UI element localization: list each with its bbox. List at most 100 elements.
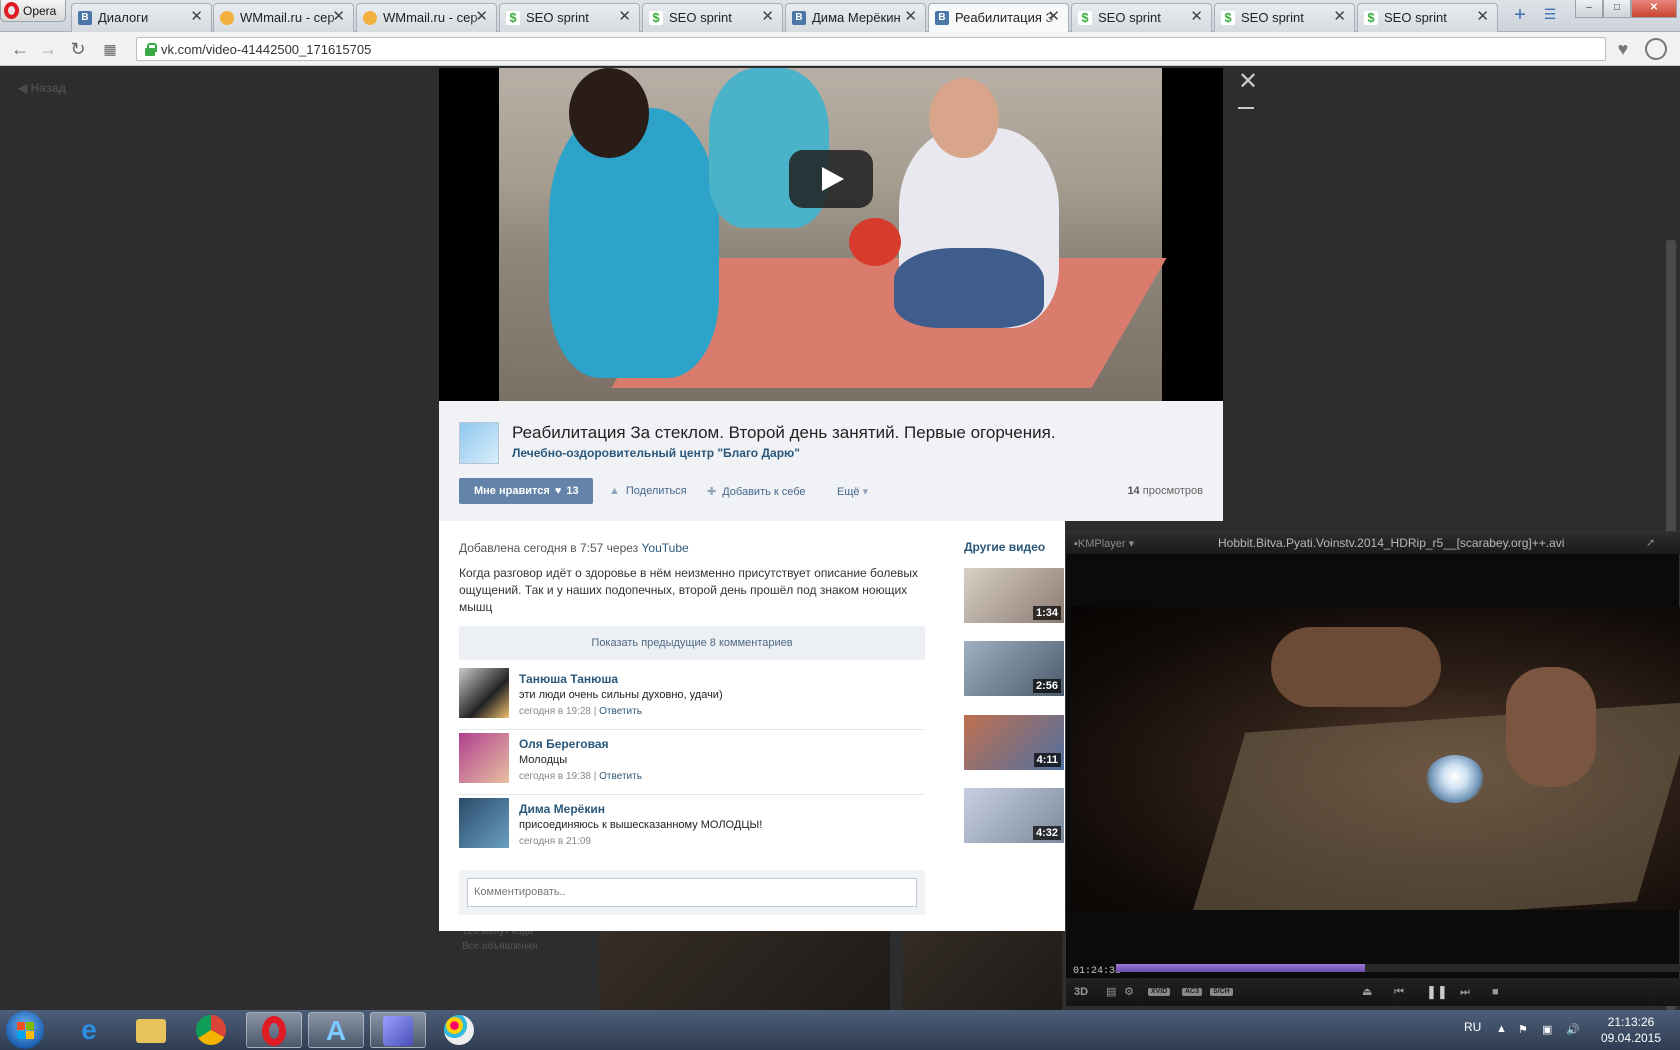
- channel-link[interactable]: Лечебно-оздоровительный центр "Благо Дар…: [512, 446, 800, 460]
- new-tab-button[interactable]: +: [1510, 5, 1530, 26]
- taskbar-ie[interactable]: e: [62, 1012, 118, 1048]
- settings-gear-icon[interactable]: ⚙: [1124, 985, 1134, 999]
- comment-input[interactable]: Комментировать..: [467, 878, 917, 907]
- tab-close-icon[interactable]: ✕: [1190, 9, 1203, 24]
- like-button[interactable]: Мне нравится ♥ 13: [459, 478, 593, 504]
- browser-tab[interactable]: В Реабилитация З ✕: [928, 3, 1069, 33]
- taskbar-explorer[interactable]: [124, 1012, 180, 1048]
- add-to-my-videos-button[interactable]: ✚ Добавить к себе: [707, 485, 806, 498]
- kmplayer-menu[interactable]: ▪KMPlayer ▾: [1074, 537, 1134, 550]
- opera-menu-label: Opera: [23, 4, 57, 18]
- kmplayer-filename: Hobbit.Bitva.Pyati.Voinstv.2014_HDRip_r5…: [1218, 536, 1565, 550]
- tab-close-icon[interactable]: ✕: [618, 9, 631, 24]
- tab-close-icon[interactable]: ✕: [1047, 9, 1060, 24]
- previous-icon[interactable]: ⏮: [1394, 985, 1404, 999]
- like-count: 13: [566, 485, 579, 497]
- browser-tab[interactable]: В Диалоги ✕: [71, 3, 212, 32]
- comment-avatar[interactable]: [459, 798, 509, 848]
- back-arrow-icon[interactable]: ←: [10, 39, 30, 59]
- comment-item: Оля Береговая Молодцы сегодня в 19:38 | От…: [459, 733, 925, 795]
- window-close-icon[interactable]: ✕: [1631, 0, 1677, 18]
- tab-close-icon[interactable]: ✕: [1476, 9, 1489, 24]
- vk-icon: В: [78, 11, 92, 25]
- pin-icon[interactable]: ➚: [1646, 536, 1660, 550]
- video-scene-jeans: [894, 248, 1044, 328]
- taskbar-clock[interactable]: 21:13:26 09.04.2015: [1596, 1014, 1666, 1046]
- browser-tab[interactable]: WMmail.ru - сер ✕: [213, 3, 354, 32]
- tab-close-icon[interactable]: ✕: [1333, 9, 1346, 24]
- profile-icon[interactable]: [1645, 38, 1667, 60]
- taskbar-app[interactable]: A: [308, 1012, 364, 1048]
- 3d-toggle[interactable]: 3D: [1074, 985, 1088, 999]
- heart-bookmark-icon[interactable]: ♥: [1612, 39, 1634, 59]
- other-video-thumbnail[interactable]: 4:32: [964, 788, 1064, 843]
- volume-icon[interactable]: 🔊: [1566, 1023, 1580, 1036]
- reply-link[interactable]: Ответить: [599, 706, 642, 717]
- tab-close-icon[interactable]: ✕: [190, 9, 203, 24]
- forward-arrow-icon[interactable]: →: [38, 39, 58, 59]
- browser-tab[interactable]: $ SEO sprint ✕: [499, 3, 640, 32]
- browser-tab[interactable]: $ SEO sprint ✕: [1071, 3, 1212, 32]
- tab-close-icon[interactable]: ✕: [332, 9, 345, 24]
- kmplayer-titlebar[interactable]: ▪KMPlayer ▾ Hobbit.Bitva.Pyati.Voinstv.2…: [1066, 532, 1680, 554]
- tab-close-icon[interactable]: ✕: [904, 9, 917, 24]
- tab-close-icon[interactable]: ✕: [475, 9, 488, 24]
- other-video-thumbnail[interactable]: 2:56: [964, 641, 1064, 696]
- pause-icon[interactable]: ❚❚: [1426, 985, 1448, 999]
- tab-close-icon[interactable]: ✕: [761, 9, 774, 24]
- action-center-flag-icon[interactable]: ⚑: [1518, 1023, 1528, 1036]
- maximize-icon[interactable]: □: [1603, 0, 1631, 18]
- language-indicator[interactable]: RU: [1464, 1020, 1481, 1034]
- other-video-thumbnail[interactable]: 1:34: [964, 568, 1064, 623]
- comment-author[interactable]: Оля Береговая: [519, 737, 609, 751]
- back-link[interactable]: ◀ Назад: [18, 81, 66, 95]
- more-button[interactable]: Ещё ▾: [837, 485, 868, 498]
- source-link[interactable]: YouTube: [642, 541, 689, 555]
- added-text: Добавлена сегодня в 7:57 через: [459, 541, 639, 555]
- minimize-icon[interactable]: –: [1575, 0, 1603, 18]
- comment-author[interactable]: Танюша Танюша: [519, 672, 618, 686]
- taskbar-paint[interactable]: [432, 1012, 488, 1048]
- comment-avatar[interactable]: [459, 733, 509, 783]
- eject-icon[interactable]: ⏏: [1362, 985, 1372, 999]
- taskbar-opera[interactable]: [246, 1012, 302, 1048]
- show-previous-comments-button[interactable]: Показать предыдущие 8 комментариев: [459, 626, 925, 660]
- layer-minimize-icon[interactable]: [1238, 107, 1254, 109]
- browser-tab[interactable]: WMmail.ru - сер ✕: [356, 3, 497, 32]
- comment-author[interactable]: Дима Мерёкин: [519, 802, 605, 816]
- other-videos-title[interactable]: Другие видео: [964, 540, 1045, 554]
- browser-tab[interactable]: $ SEO sprint ✕: [1214, 3, 1355, 32]
- address-toolbar: ← → ↻ ▦ vk.com/video-41442500_171615705 …: [0, 32, 1680, 66]
- comment-avatar[interactable]: [459, 668, 509, 718]
- windows-logo-icon: [17, 1031, 25, 1039]
- show-hidden-icons[interactable]: ▲: [1496, 1023, 1507, 1035]
- playlist-icon[interactable]: ▤: [1106, 985, 1116, 999]
- windows-start-button[interactable]: [6, 1011, 44, 1049]
- browser-tab[interactable]: В Дима Мерёкин ✕: [785, 3, 926, 32]
- kmplayer-seekbar[interactable]: [1116, 964, 1680, 972]
- opera-menu-button[interactable]: Opera: [0, 0, 66, 22]
- play-button-icon[interactable]: [789, 150, 873, 208]
- stop-icon[interactable]: ■: [1492, 985, 1499, 999]
- network-icon[interactable]: ▣: [1542, 1023, 1552, 1036]
- kmplayer-video-screen[interactable]: [1071, 607, 1680, 910]
- browser-tab[interactable]: $ SEO sprint ✕: [1357, 3, 1498, 32]
- taskbar-kmplayer[interactable]: [370, 1012, 426, 1048]
- tab-list-icon[interactable]: ☰: [1540, 6, 1560, 26]
- reload-icon[interactable]: ↻: [68, 39, 88, 59]
- next-icon[interactable]: ⏭: [1460, 985, 1470, 999]
- plus-icon: ✚: [707, 486, 717, 498]
- channel-avatar[interactable]: [459, 422, 499, 464]
- video-player[interactable]: [439, 68, 1223, 401]
- kmplayer-window[interactable]: ▪KMPlayer ▾ Hobbit.Bitva.Pyati.Voinstv.2…: [1065, 531, 1680, 1006]
- reply-link[interactable]: Ответить: [599, 771, 642, 782]
- url-field[interactable]: vk.com/video-41442500_171615705: [136, 37, 1606, 61]
- taskbar-chrome[interactable]: [184, 1012, 240, 1048]
- other-video-thumbnail[interactable]: 4:11: [964, 715, 1064, 770]
- view-counter: 14 просмотров: [1127, 485, 1203, 497]
- layer-close-icon[interactable]: ✕: [1236, 70, 1260, 94]
- codec-badge: XVID: [1148, 988, 1171, 996]
- browser-tab[interactable]: $ SEO sprint ✕: [642, 3, 783, 32]
- speed-dial-icon[interactable]: ▦: [100, 39, 120, 59]
- share-button[interactable]: ▲ Поделиться: [609, 485, 687, 497]
